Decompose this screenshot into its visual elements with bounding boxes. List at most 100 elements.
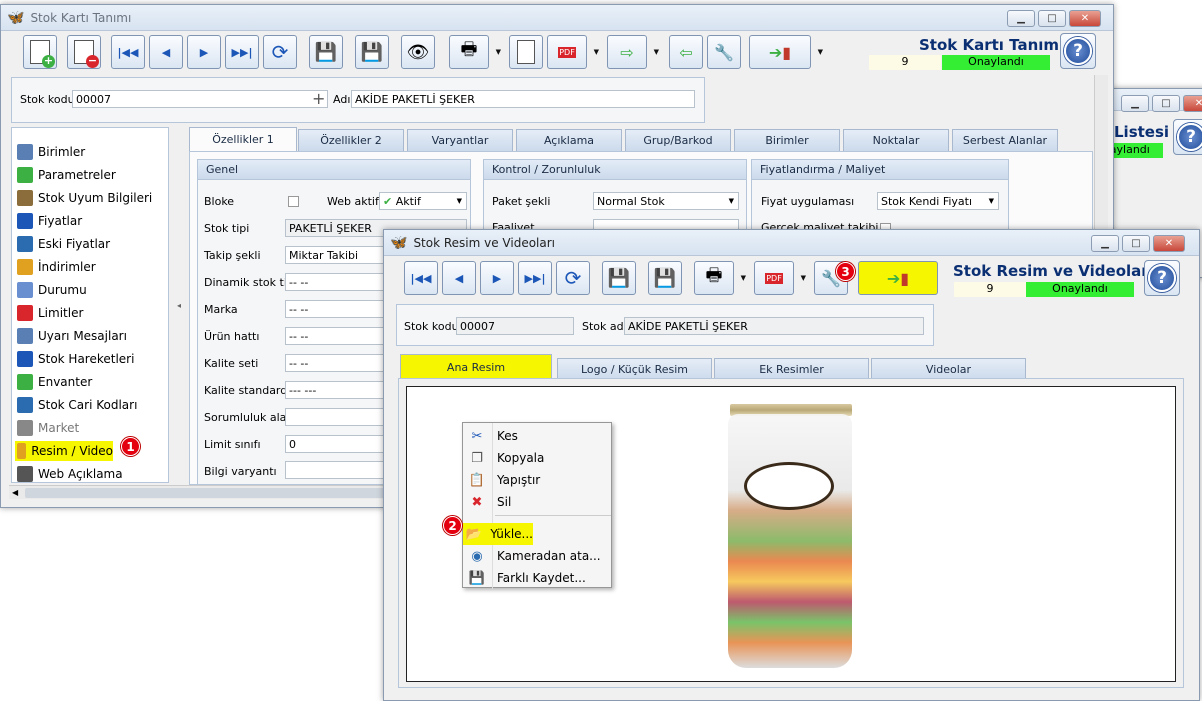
context-menu-item[interactable]: ◉ Kameradan ata...	[463, 545, 611, 567]
price-application-select[interactable]: Stok Kendi Fiyatı ▼	[877, 192, 999, 210]
context-menu-label: Sil	[497, 495, 512, 509]
stock-movements-icon	[17, 351, 33, 367]
tools-button[interactable]: 🔧	[707, 35, 741, 69]
maximize-button[interactable]: □	[1038, 10, 1066, 27]
minimize-button[interactable]: ▁	[1121, 95, 1149, 112]
save-cancel-icon: 💾	[360, 41, 384, 63]
package-value: Normal Stok	[597, 195, 665, 208]
bloke-checkbox[interactable]	[288, 196, 299, 207]
units-icon	[17, 144, 33, 160]
sidebar-item[interactable]: Market	[17, 418, 79, 438]
minimize-button[interactable]: ▁	[1091, 235, 1119, 252]
help-button[interactable]: ?	[1060, 33, 1096, 69]
page-title: Stok Kartı Tanımı	[919, 36, 1065, 54]
tab-item[interactable]: Özellikler 1	[189, 127, 297, 151]
image-tab-item[interactable]: Ana Resim	[400, 354, 552, 380]
web-aktif-select[interactable]: ✔ Aktif ▼	[379, 192, 467, 210]
image-tab-item[interactable]: Logo / Küçük Resim	[557, 358, 712, 380]
context-menu-item[interactable]: ✂ Kes	[463, 425, 611, 447]
product-image	[726, 404, 854, 668]
add-icon[interactable]: +	[312, 89, 325, 108]
exit-button[interactable]: ➔▮	[749, 35, 823, 69]
import-button[interactable]: ⇦	[669, 35, 703, 69]
sidebar-item[interactable]: Stok Hareketleri	[17, 349, 134, 369]
last-record-button[interactable]: ▶▶|	[518, 261, 552, 295]
cancel-button[interactable]: 💾	[355, 35, 389, 69]
nav-splitter[interactable]: ◂	[171, 127, 187, 483]
tab-item[interactable]: Noktalar	[843, 129, 949, 151]
save-button[interactable]: 💾	[602, 261, 636, 295]
next-record-button[interactable]: ▶	[480, 261, 514, 295]
context-menu-item[interactable]: 📋 Yapıştır	[463, 469, 611, 491]
sidebar-item[interactable]: İndirimler	[17, 257, 96, 277]
print-button[interactable]: 🖶	[449, 35, 501, 69]
tab-item[interactable]: Birimler	[734, 129, 840, 151]
sidebar-item[interactable]: Uyarı Mesajları	[17, 326, 127, 346]
sidebar-item[interactable]: Eski Fiyatlar	[17, 234, 110, 254]
sidebar-item[interactable]: Stok Cari Kodları	[17, 395, 137, 415]
attachment-button[interactable]	[509, 35, 543, 69]
tab-item[interactable]: Özellikler 2	[298, 129, 404, 151]
last-icon: ▶▶|	[524, 271, 546, 285]
maximize-button[interactable]: □	[1122, 235, 1150, 252]
sidebar-item[interactable]: Parametreler	[17, 165, 116, 185]
stock-code-label: Stok kodu	[404, 320, 459, 333]
horizontal-scrollbar[interactable]: ◀	[9, 485, 385, 499]
close-button[interactable]: ✕	[1153, 235, 1185, 252]
transfer-button[interactable]: ⇨	[607, 35, 659, 69]
scroll-thumb[interactable]	[25, 488, 385, 498]
exit-button[interactable]: ➔▮	[858, 261, 938, 295]
tab-item[interactable]: Varyantlar	[407, 129, 513, 151]
record-number: 9	[954, 282, 1026, 297]
stock-code-input[interactable]: 00007	[72, 90, 328, 108]
context-menu-item[interactable]: 💾 Farklı Kaydet...	[463, 567, 611, 589]
previous-record-button[interactable]: ◀	[442, 261, 476, 295]
tab-item[interactable]: Grup/Barkod	[625, 129, 731, 151]
sidebar-item-label: Birimler	[38, 145, 86, 159]
sidebar-item[interactable]: Envanter	[17, 372, 92, 392]
sidebar-item[interactable]: Fiyatlar	[17, 211, 82, 231]
context-menu-item[interactable]: ✖ Sil	[463, 491, 611, 513]
next-record-button[interactable]: ▶	[187, 35, 221, 69]
context-menu-item[interactable]: 📂 Yükle...	[463, 523, 533, 545]
context-menu-item[interactable]: ❐ Kopyala	[463, 447, 611, 469]
image-tab-item[interactable]: Videolar	[871, 358, 1026, 380]
sidebar-item[interactable]: Resim / Video	[15, 441, 113, 461]
first-record-button[interactable]: |◀◀	[111, 35, 145, 69]
print-button[interactable]: 🖶	[694, 261, 746, 295]
minimize-button[interactable]: ▁	[1007, 10, 1035, 27]
package-select[interactable]: Normal Stok ▼	[593, 192, 739, 210]
maximize-button[interactable]: □	[1152, 95, 1180, 112]
stock-code-input[interactable]: 00007	[456, 317, 574, 335]
sidebar-item[interactable]: Birimler	[17, 142, 85, 162]
image-tab-item[interactable]: Ek Resimler	[714, 358, 869, 380]
refresh-button[interactable]: ⟳	[263, 35, 297, 69]
save-icon: 💾	[607, 267, 631, 289]
preview-button[interactable]: 👁	[401, 35, 435, 69]
first-record-button[interactable]: |◀◀	[404, 261, 438, 295]
tab-item[interactable]: Açıklama	[516, 129, 622, 151]
new-button[interactable]: +	[23, 35, 57, 69]
sidebar-item[interactable]: Durumu	[17, 280, 87, 300]
previous-record-button[interactable]: ◀	[149, 35, 183, 69]
delete-button[interactable]: −	[67, 35, 101, 69]
sidebar-item[interactable]: Limitler	[17, 303, 83, 323]
help-button[interactable]: ?	[1144, 260, 1180, 296]
export-pdf-button[interactable]: PDF	[547, 35, 599, 69]
last-record-button[interactable]: ▶▶|	[225, 35, 259, 69]
close-button[interactable]: ✕	[1069, 10, 1101, 27]
scroll-left-icon[interactable]: ◀	[12, 488, 18, 497]
sidebar-item[interactable]: Web Açıklama	[17, 464, 123, 484]
close-button[interactable]: ✕	[1183, 95, 1202, 112]
name-input[interactable]: AKİDE PAKETLİ ŞEKER	[351, 90, 695, 108]
cancel-button[interactable]: 💾	[648, 261, 682, 295]
genel-group-title: Genel	[198, 160, 470, 180]
stock-name-input[interactable]: AKİDE PAKETLİ ŞEKER	[624, 317, 924, 335]
tab-item[interactable]: Serbest Alanlar	[952, 129, 1058, 151]
export-pdf-button[interactable]: PDF	[754, 261, 806, 295]
web-aktif-value: Aktif	[395, 195, 421, 208]
sidebar-item[interactable]: Stok Uyum Bilgileri	[17, 188, 152, 208]
refresh-button[interactable]: ⟳	[556, 261, 590, 295]
help-button[interactable]: ?	[1173, 119, 1202, 155]
save-button[interactable]: 💾	[309, 35, 343, 69]
